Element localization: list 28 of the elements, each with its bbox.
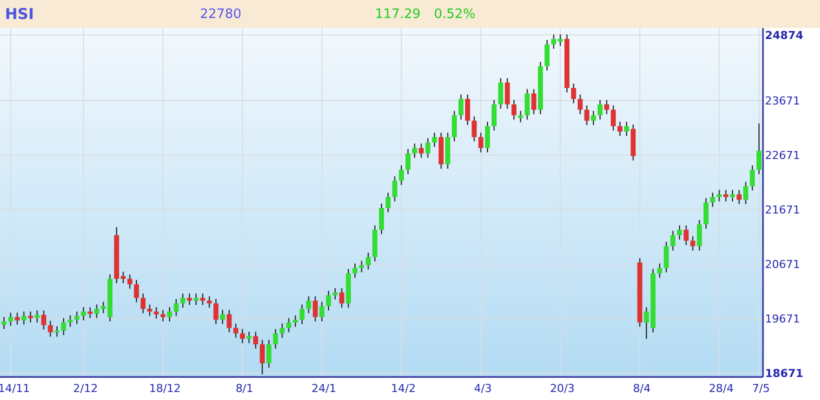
axis-label: 4/3 <box>474 382 492 395</box>
axis-label: 23671 <box>765 94 800 108</box>
axis-label: 18/12 <box>149 382 181 395</box>
candlestick <box>730 189 735 202</box>
axis-label: 24874 <box>765 28 804 42</box>
axis-label: 20671 <box>765 258 800 272</box>
axis-label: 7/5 <box>752 382 770 395</box>
candlestick <box>379 203 384 235</box>
axis-label: 14/2 <box>391 382 416 395</box>
last-price: 22780 <box>200 6 242 22</box>
percent-change: 0.52% <box>434 6 476 22</box>
axis-label: 2/12 <box>73 382 98 395</box>
candlestick <box>406 148 410 175</box>
axis-label: 20/3 <box>550 382 575 395</box>
price-change: 117.29 <box>375 6 422 22</box>
candlestick <box>756 122 762 175</box>
candlestick <box>352 263 358 278</box>
axis-label: 28/4 <box>708 382 734 395</box>
axis-label: 21671 <box>765 204 800 217</box>
axis-label: 19671 <box>765 312 800 326</box>
symbol-label: HSI <box>5 5 35 23</box>
axis-label: 22671 <box>765 149 800 162</box>
candlestick <box>2 316 6 330</box>
axis-label: 24/1 <box>312 382 336 395</box>
axis-label: 8/4 <box>632 382 651 395</box>
axis-label: 18671 <box>765 367 804 380</box>
candlestick <box>28 311 33 323</box>
axis-label: 8/1 <box>236 382 254 395</box>
